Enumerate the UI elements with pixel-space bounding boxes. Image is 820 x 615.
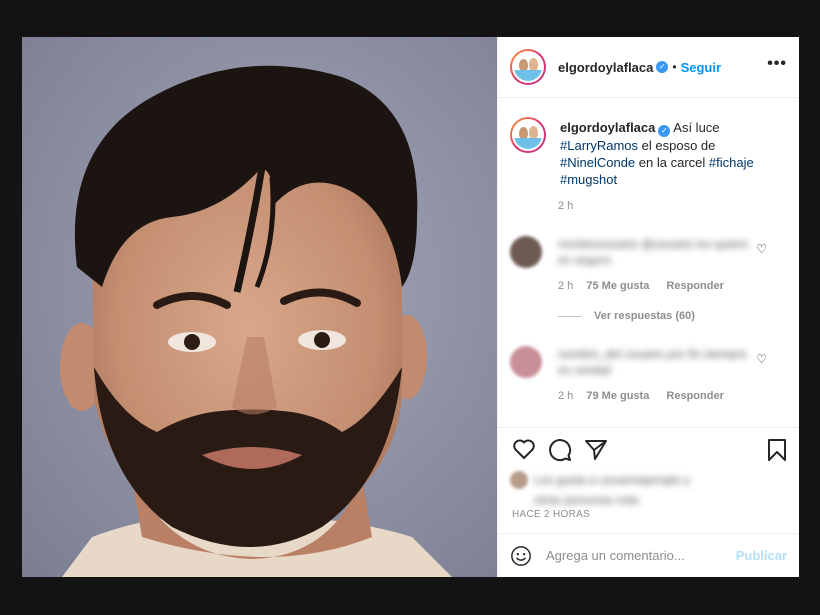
comment-item: nombre_del usuario por fin siempre es ve… <box>510 346 787 378</box>
caption-username[interactable]: elgordoylaflaca <box>560 120 655 135</box>
emoji-icon[interactable] <box>510 545 532 567</box>
post-photo[interactable] <box>22 37 497 577</box>
likes-summary[interactable]: Les gusta a usuarioejemplo y otras perso… <box>510 471 770 507</box>
hashtag-link[interactable]: #fichaje <box>709 155 754 170</box>
post-sidebar: elgordoylaflaca ✓ • Seguir ••• elgordoyl… <box>497 37 799 577</box>
view-replies-button[interactable]: Ver respuestas (60) <box>558 310 787 322</box>
commenter-avatar[interactable] <box>510 236 542 268</box>
hashtag-link[interactable]: #LarryRamos <box>560 138 638 153</box>
header-username[interactable]: elgordoylaflaca <box>558 60 653 75</box>
mugshot-image <box>60 65 452 577</box>
caption-avatar[interactable] <box>510 117 546 153</box>
reply-button[interactable]: Responder <box>666 280 723 292</box>
comment-text-blurred: nombreusuario @usuario los quiero es seg… <box>558 237 749 267</box>
comment-composer: Publicar <box>498 533 799 577</box>
commenter-avatar[interactable] <box>510 346 542 378</box>
post-header: elgordoylaflaca ✓ • Seguir ••• <box>498 37 799 98</box>
comment-item: nombreusuario @usuario los quiero es seg… <box>510 236 787 268</box>
caption: elgordoylaflaca ✓ Así luce #LarryRamos el… <box>510 117 787 188</box>
comment-meta: 2 h 75 Me gusta Responder <box>558 280 724 292</box>
hashtag-link[interactable]: #NinelConde <box>560 155 635 170</box>
verified-badge-icon: ✓ <box>658 125 671 137</box>
comment-bubble-icon[interactable] <box>548 438 572 462</box>
comment-likes[interactable]: 79 Me gusta <box>586 390 649 402</box>
post-timestamp[interactable]: HACE 2 HORAS <box>512 509 590 520</box>
likes-text-blurred: Les gusta a usuarioejemplo y <box>534 473 691 487</box>
like-heart-icon[interactable] <box>512 438 536 460</box>
separator-dot: • <box>672 60 677 74</box>
follow-button[interactable]: Seguir <box>681 60 721 75</box>
save-bookmark-icon[interactable] <box>767 438 787 462</box>
likes-text-blurred: otras personas más <box>534 493 640 508</box>
more-options-icon[interactable]: ••• <box>767 56 787 72</box>
comment-input[interactable] <box>546 548 736 563</box>
hashtag-link[interactable]: #mugshot <box>560 172 617 187</box>
caption-text: elgordoylaflaca ✓ Así luce #LarryRamos el… <box>560 120 754 187</box>
publish-button[interactable]: Publicar <box>736 548 787 563</box>
like-comment-heart-icon[interactable]: ♡ <box>756 352 767 366</box>
like-comment-heart-icon[interactable]: ♡ <box>756 242 767 256</box>
comment-text-blurred: nombre_del usuario por fin siempre es ve… <box>558 347 747 377</box>
caption-time: 2 h <box>558 200 574 212</box>
liker-avatar <box>510 471 528 489</box>
comments-area[interactable]: elgordoylaflaca ✓ Así luce #LarryRamos el… <box>498 99 799 425</box>
replies-divider <box>558 315 582 317</box>
account-avatar[interactable] <box>510 49 546 85</box>
post-modal: elgordoylaflaca ✓ • Seguir ••• elgordoyl… <box>22 37 799 577</box>
comment-meta: 2 h 79 Me gusta Responder <box>558 390 724 402</box>
verified-badge-icon: ✓ <box>656 61 669 73</box>
action-bar <box>498 427 799 467</box>
reply-button[interactable]: Responder <box>666 390 723 402</box>
comment-likes[interactable]: 75 Me gusta <box>586 280 649 292</box>
share-send-icon[interactable] <box>584 438 608 462</box>
